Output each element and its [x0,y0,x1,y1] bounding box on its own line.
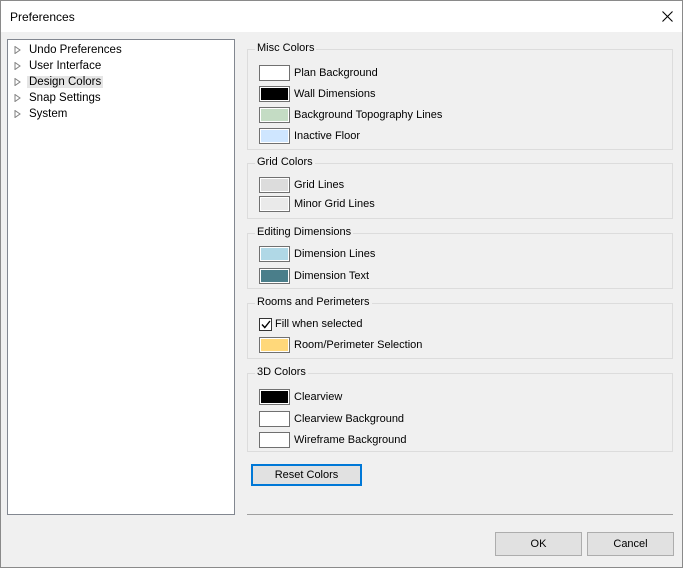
color-label: Wireframe Background [294,434,407,446]
fill-when-selected-checkbox[interactable] [259,317,272,331]
color-label: Dimension Lines [294,248,376,260]
color-row-wireframe-background: Wireframe Background [259,431,407,449]
misc-colors-group: Misc Colors Plan Background Wall Dimensi… [247,42,673,150]
color-label: Plan Background [294,67,378,79]
tree-item-label: System [29,108,68,120]
color-row-clearview: Clearview [259,388,342,406]
3d-colors-group: 3D Colors Clearview Clearview Background… [247,366,673,452]
color-label: Wall Dimensions [294,88,376,100]
separator [247,514,673,515]
grid-colors-group: Grid Colors Grid Lines Minor Grid Lines [247,156,673,219]
preferences-tree[interactable]: Undo Preferences User Interface Design C… [7,39,235,515]
cancel-button[interactable]: Cancel [587,532,674,556]
color-row-inactive-floor: Inactive Floor [259,127,360,145]
color-label: Grid Lines [294,179,345,191]
editing-dimensions-group: Editing Dimensions Dimension Lines Dimen… [247,226,673,289]
color-swatch-button[interactable] [259,177,290,193]
color-label: Background Topography Lines [294,109,443,121]
close-icon [661,10,673,22]
color-label: Clearview [294,391,343,403]
tree-item-label: User Interface [29,60,102,72]
color-swatch-button[interactable] [259,432,290,448]
color-row-dimension-lines: Dimension Lines [259,245,375,263]
color-swatch-button[interactable] [259,65,290,81]
expand-arrow-icon[interactable] [12,77,22,87]
group-title: 3D Colors [255,366,308,378]
rooms-perimeters-group: Rooms and Perimeters Fill when selected … [247,296,673,359]
color-row-grid-lines: Grid Lines [259,176,344,194]
ok-button[interactable]: OK [495,532,582,556]
tree-item-label: Snap Settings [29,92,101,104]
group-title: Editing Dimensions [255,226,354,238]
expand-arrow-icon[interactable] [12,109,22,119]
color-label: Minor Grid Lines [294,198,375,210]
color-row-dimension-text: Dimension Text [259,267,369,285]
color-label: Clearview Background [294,413,405,425]
color-swatch-button[interactable] [259,268,290,284]
expand-arrow-icon[interactable] [12,45,22,55]
color-swatch-button[interactable] [259,196,290,212]
fill-when-selected-label: Fill when selected [275,318,363,330]
tree-item-undo-preferences[interactable]: Undo Preferences [12,42,124,58]
color-swatch-button[interactable] [259,107,290,123]
group-title: Rooms and Perimeters [255,296,372,308]
tree-item-label: Undo Preferences [29,44,122,56]
color-row-wall-dimensions: Wall Dimensions [259,85,376,103]
fill-when-selected-row[interactable]: Fill when selected [259,315,362,333]
title-bar: Preferences [1,1,682,32]
reset-colors-button[interactable]: Reset Colors [251,464,362,486]
group-title: Grid Colors [255,156,315,168]
tree-item-snap-settings[interactable]: Snap Settings [12,90,103,106]
color-swatch-button[interactable] [259,86,290,102]
tree-item-system[interactable]: System [12,106,69,122]
color-label: Inactive Floor [294,130,361,142]
color-row-minor-grid-lines: Minor Grid Lines [259,195,375,213]
color-swatch-button[interactable] [259,246,290,262]
expand-arrow-icon[interactable] [12,61,22,71]
preferences-dialog: Preferences Undo Preferences User Interf… [0,0,683,568]
color-row-clearview-background: Clearview Background [259,410,404,428]
color-row-room-perimeter-selection: Room/Perimeter Selection [259,336,422,354]
tree-item-user-interface[interactable]: User Interface [12,58,103,74]
window-title: Preferences [10,10,75,24]
color-swatch-button[interactable] [259,128,290,144]
tree-item-design-colors[interactable]: Design Colors [12,74,104,90]
tree-item-label: Design Colors [27,76,104,88]
expand-arrow-icon[interactable] [12,93,22,103]
color-swatch-button[interactable] [259,411,290,427]
color-label: Dimension Text [294,270,369,282]
close-button[interactable] [652,1,682,31]
checkmark-icon [260,320,271,329]
group-title: Misc Colors [255,42,317,54]
color-row-plan-background: Plan Background [259,64,378,82]
color-swatch-button[interactable] [259,389,290,405]
color-swatch-button[interactable] [259,337,290,353]
color-row-background-topography-lines: Background Topography Lines [259,106,442,124]
color-label: Room/Perimeter Selection [294,339,423,351]
